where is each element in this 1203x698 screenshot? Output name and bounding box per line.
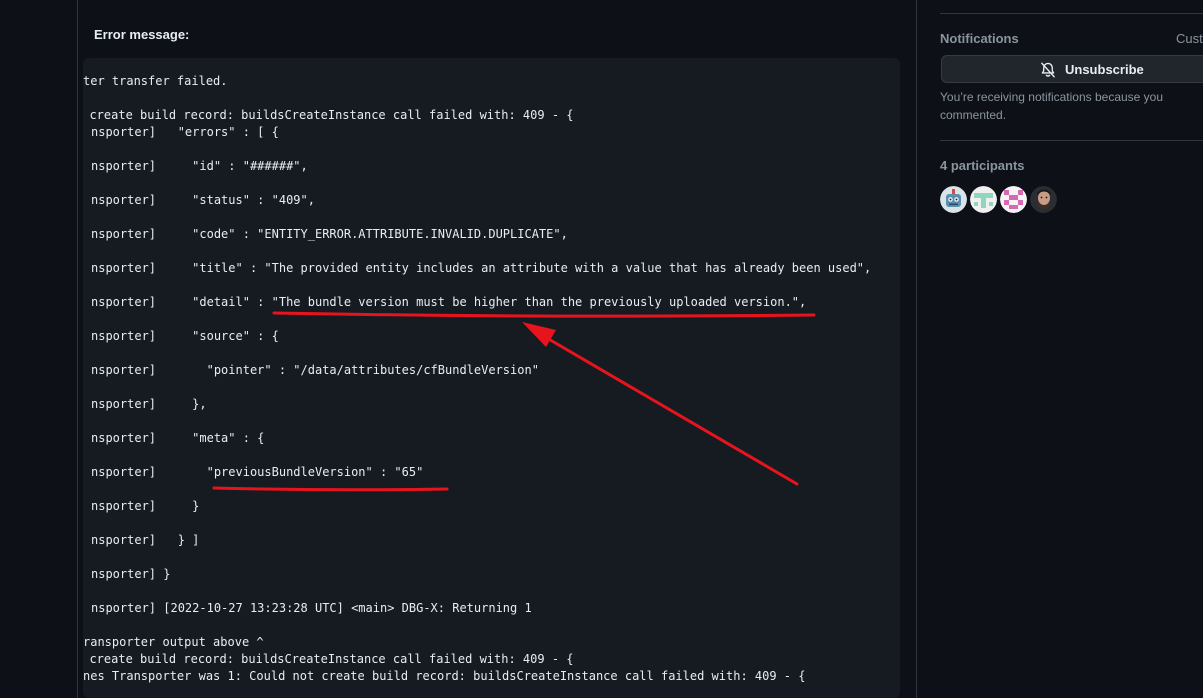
error-message-label: Error message: [94, 27, 190, 42]
code-block: ter transfer failed. : create build reco… [83, 58, 900, 698]
code-line: nsporter] "title" : "The provided entity… [91, 261, 872, 275]
sidebar-divider [940, 13, 1203, 14]
comment-body: Error message: ter transfer failed. : cr… [77, 0, 917, 698]
participant-avatar[interactable] [940, 186, 967, 213]
code-line: nsporter] "detail" : "The bundle version… [91, 295, 807, 309]
notification-reason-text: You’re receiving notifications because y… [940, 90, 1164, 122]
code-line: nsporter] "pointer" : "/data/attributes/… [91, 363, 539, 377]
participant-avatar[interactable] [970, 186, 997, 213]
code-line: nsporter] "errors" : [ { [91, 125, 279, 139]
code-line: nsporter] "status" : "409", [91, 193, 315, 207]
code-line: nes Transporter was 1: Could not create … [83, 669, 806, 683]
code-line: ter transfer failed. [83, 74, 228, 88]
code-line: nsporter] "meta" : { [91, 431, 265, 445]
bell-slash-icon [1041, 62, 1055, 78]
participants-heading: 4 participants [940, 158, 1025, 173]
participant-avatar[interactable] [1030, 186, 1057, 213]
sidebar: Notifications Customize Unsubscribe You’… [940, 0, 1203, 689]
code-line: nsporter] "source" : { [91, 329, 279, 343]
unsubscribe-button[interactable]: Unsubscribe [941, 55, 1203, 83]
code-line: nsporter] [2022-10-27 13:23:28 UTC] <mai… [91, 601, 532, 615]
sidebar-divider [940, 140, 1203, 141]
participant-avatar[interactable] [1000, 186, 1027, 213]
customize-link[interactable]: Customize [1176, 31, 1203, 46]
code-line: nsporter] }, [91, 397, 207, 411]
code-line: : create build record: buildsCreateInsta… [83, 108, 574, 122]
unsubscribe-label: Unsubscribe [1065, 62, 1144, 77]
code-line: ransporter output above ^ [83, 635, 264, 649]
code-line: nsporter] } ] [91, 533, 200, 547]
code-line: nsporter] "code" : "ENTITY_ERROR.ATTRIBU… [91, 227, 568, 241]
code-line: nsporter] "id" : "######", [91, 159, 308, 173]
left-gutter [0, 0, 77, 689]
code-line: nsporter] "previousBundleVersion" : "65" [91, 465, 424, 479]
code-line: : create build record: buildsCreateInsta… [83, 652, 574, 666]
notifications-heading: Notifications [940, 31, 1019, 46]
code-line: nsporter] } [91, 567, 171, 581]
code-line: nsporter] } [91, 499, 200, 513]
